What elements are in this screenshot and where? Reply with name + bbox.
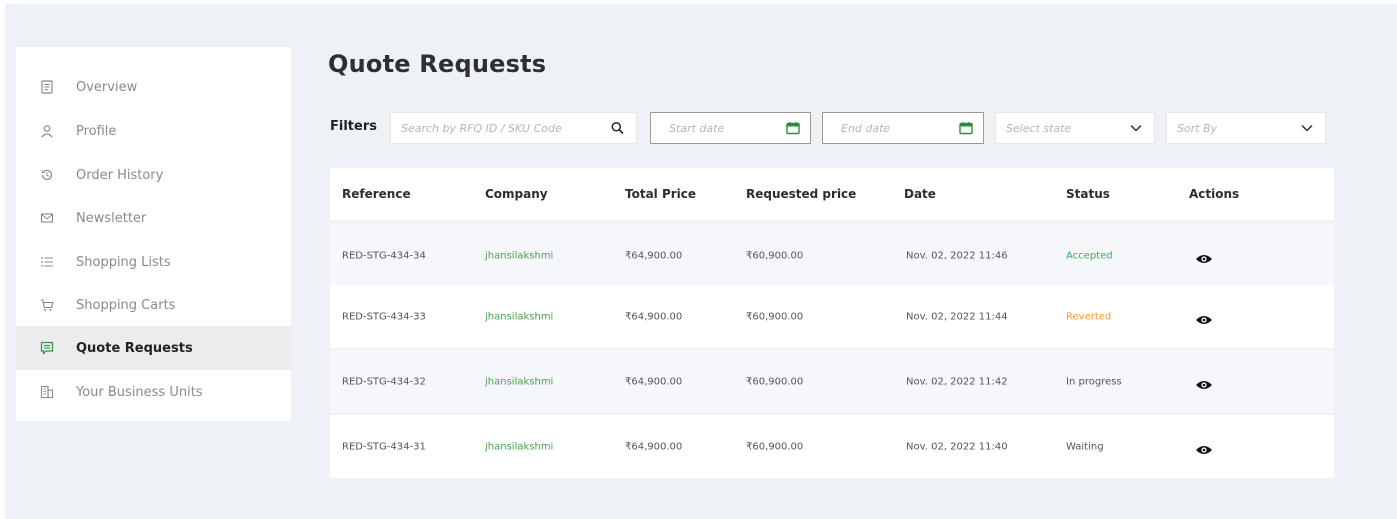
cell-reference: RED-STG-434-31: [342, 441, 426, 452]
account-sidebar: Overview Profile Order History Newslette…: [16, 47, 291, 421]
chevron-down-icon: [1130, 124, 1142, 132]
quote-icon: [40, 341, 54, 355]
status-badge: Accepted: [1066, 250, 1113, 261]
start-date-placeholder: Start date: [669, 121, 725, 135]
status-badge: Waiting: [1066, 441, 1104, 452]
sidebar-item-label: Quote Requests: [76, 340, 193, 356]
sidebar-item-label: Newsletter: [76, 210, 147, 226]
chevron-down-icon: [1301, 124, 1313, 132]
cell-date: Nov. 02, 2022 11:40: [906, 441, 1008, 452]
column-header-reference: Reference: [342, 187, 411, 201]
sort-placeholder: Sort By: [1177, 121, 1218, 135]
document-icon: [40, 80, 54, 94]
search-placeholder: Search by RFQ ID / SKU Code: [401, 121, 562, 135]
cell-reference: RED-STG-434-34: [342, 250, 426, 261]
cell-company: jhansilakshmi: [485, 441, 554, 452]
cell-company: jhansilakshmi: [485, 250, 554, 261]
state-select[interactable]: Select state: [995, 112, 1155, 144]
cell-date: Nov. 02, 2022 11:46: [906, 250, 1008, 261]
sidebar-item-label: Your Business Units: [76, 384, 203, 400]
sidebar-item-label: Overview: [76, 79, 138, 95]
sidebar-item-shopping-carts[interactable]: Shopping Carts: [16, 283, 291, 327]
cell-company: jhansilakshmi: [485, 376, 554, 387]
sidebar-item-shopping-lists[interactable]: Shopping Lists: [16, 240, 291, 284]
eye-icon[interactable]: [1195, 441, 1213, 454]
column-header-actions: Actions: [1189, 187, 1240, 201]
column-header-status: Status: [1066, 187, 1110, 201]
table-row: RED-STG-434-34 jhansilakshmi ₹64,900.00 …: [330, 224, 1334, 287]
cell-requested-price: ₹60,900.00: [746, 376, 804, 387]
history-icon: [40, 168, 54, 182]
table-row: RED-STG-434-33 jhansilakshmi ₹64,900.00 …: [330, 285, 1334, 348]
cell-requested-price: ₹60,900.00: [746, 311, 804, 322]
search-input[interactable]: Search by RFQ ID / SKU Code: [390, 112, 637, 144]
cell-company: jhansilakshmi: [485, 311, 554, 322]
column-header-company: Company: [485, 187, 548, 201]
sidebar-item-label: Order History: [76, 167, 164, 183]
cell-date: Nov. 02, 2022 11:42: [906, 376, 1008, 387]
list-icon: [40, 255, 54, 269]
sidebar-item-label: Shopping Lists: [76, 254, 171, 270]
page-title: Quote Requests: [328, 50, 547, 78]
cell-reference: RED-STG-434-33: [342, 311, 426, 322]
building-icon: [40, 385, 54, 399]
cell-requested-price: ₹60,900.00: [746, 250, 804, 261]
cart-icon: [40, 298, 54, 312]
sidebar-item-overview[interactable]: Overview: [16, 65, 291, 109]
eye-icon[interactable]: [1195, 250, 1213, 263]
cell-date: Nov. 02, 2022 11:44: [906, 311, 1008, 322]
table-row: RED-STG-434-32 jhansilakshmi ₹64,900.00 …: [330, 350, 1334, 413]
table-header: Reference Company Total Price Requested …: [330, 168, 1334, 220]
column-header-total-price: Total Price: [625, 187, 697, 201]
calendar-icon[interactable]: [959, 122, 973, 135]
column-header-date: Date: [904, 187, 936, 201]
user-icon: [40, 124, 54, 138]
status-badge: Reverted: [1066, 311, 1112, 322]
calendar-icon[interactable]: [786, 122, 800, 135]
start-date-field[interactable]: Start date: [650, 112, 811, 144]
sidebar-item-order-history[interactable]: Order History: [16, 153, 291, 197]
column-header-requested-price: Requested price: [746, 187, 857, 201]
status-badge: In progress: [1066, 376, 1122, 387]
sidebar-item-business-units[interactable]: Your Business Units: [16, 370, 291, 414]
sidebar-item-label: Shopping Carts: [76, 297, 176, 313]
state-placeholder: Select state: [1006, 121, 1072, 135]
cell-total-price: ₹64,900.00: [625, 376, 683, 387]
cell-total-price: ₹64,900.00: [625, 441, 683, 452]
sidebar-item-profile[interactable]: Profile: [16, 109, 291, 153]
sidebar-item-quote-requests[interactable]: Quote Requests: [16, 326, 291, 370]
filters-label: Filters: [330, 119, 377, 134]
search-icon[interactable]: [611, 122, 624, 135]
eye-icon[interactable]: [1195, 376, 1213, 389]
cell-total-price: ₹64,900.00: [625, 311, 683, 322]
mail-icon: [40, 211, 54, 225]
end-date-placeholder: End date: [841, 121, 891, 135]
cell-total-price: ₹64,900.00: [625, 250, 683, 261]
end-date-field[interactable]: End date: [822, 112, 984, 144]
sidebar-item-newsletter[interactable]: Newsletter: [16, 196, 291, 240]
cell-requested-price: ₹60,900.00: [746, 441, 804, 452]
sort-select[interactable]: Sort By: [1166, 112, 1326, 144]
eye-icon[interactable]: [1195, 311, 1213, 324]
table-row: RED-STG-434-31 jhansilakshmi ₹64,900.00 …: [330, 415, 1334, 478]
cell-reference: RED-STG-434-32: [342, 376, 426, 387]
sidebar-item-label: Profile: [76, 123, 117, 139]
